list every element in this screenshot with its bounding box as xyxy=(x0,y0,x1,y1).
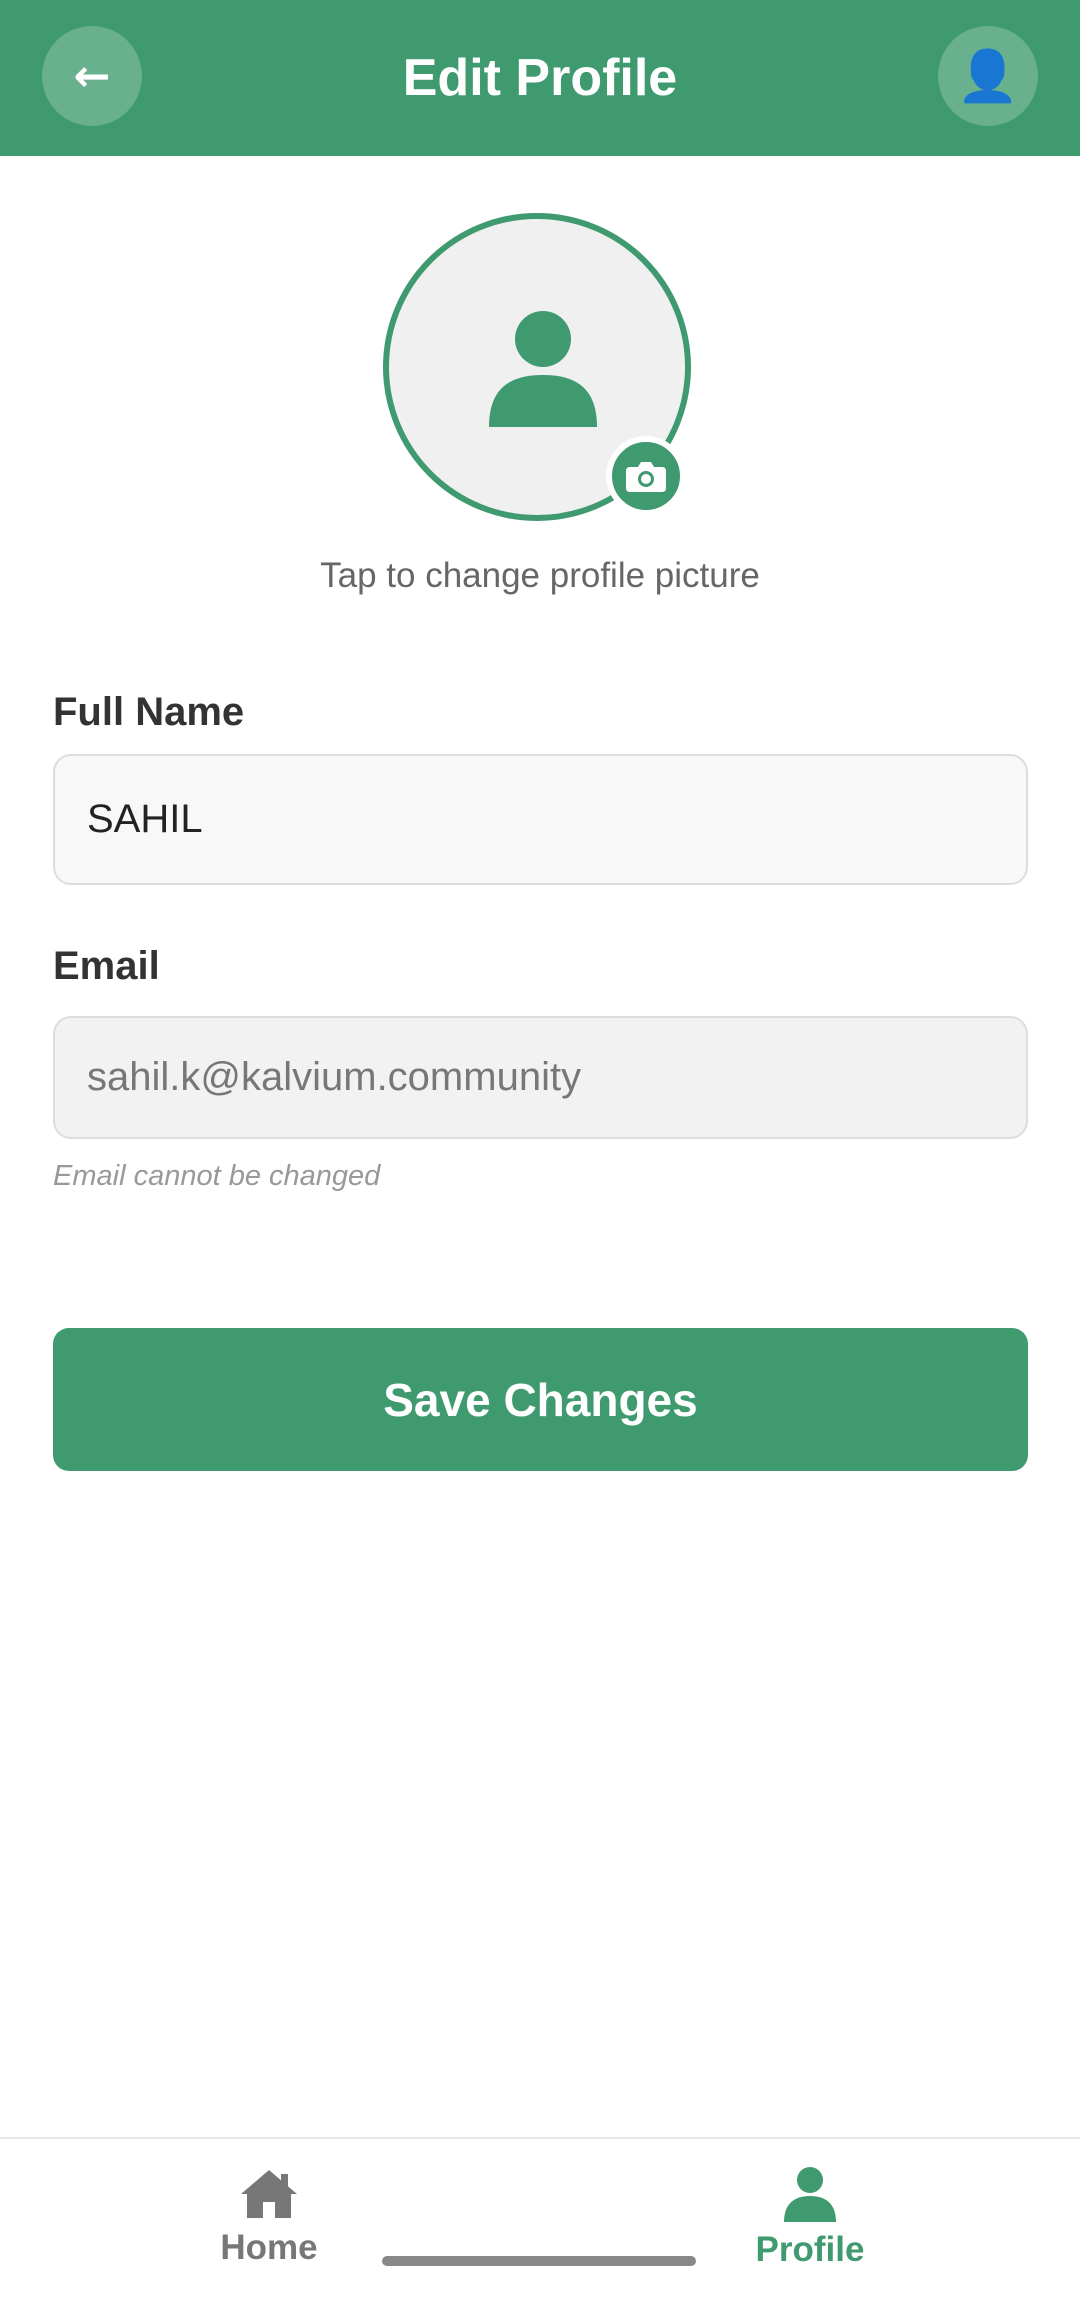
home-icon xyxy=(241,2170,297,2218)
email-value: sahil.k@kalvium.community xyxy=(87,1055,582,1099)
avatar-hint: Tap to change profile picture xyxy=(320,556,760,595)
save-changes-button[interactable]: Save Changes xyxy=(53,1328,1028,1471)
change-photo-button[interactable] xyxy=(606,436,686,516)
account-icon: 👤 xyxy=(956,46,1020,105)
email-label: Email xyxy=(53,944,160,988)
camera-icon xyxy=(626,462,666,492)
nav-item-home[interactable]: Home xyxy=(119,2139,419,2297)
bottom-nav: Home Profile xyxy=(0,2137,1080,2297)
nav-label-profile: Profile xyxy=(755,2230,865,2269)
nav-item-profile[interactable]: Profile xyxy=(660,2139,960,2297)
page-title: Edit Profile xyxy=(402,49,678,107)
full-name-input[interactable]: SAHIL xyxy=(53,754,1028,885)
full-name-label: Full Name xyxy=(53,690,245,734)
full-name-value: SAHIL xyxy=(87,797,203,841)
account-button[interactable]: 👤 xyxy=(938,26,1038,126)
app-header: ← Edit Profile 👤 xyxy=(0,0,1080,156)
home-indicator[interactable] xyxy=(382,2256,696,2266)
person-icon xyxy=(784,2167,836,2222)
person-icon xyxy=(489,311,597,427)
email-note: Email cannot be changed xyxy=(53,1160,381,1192)
nav-label-home: Home xyxy=(220,2228,318,2267)
email-input: sahil.k@kalvium.community xyxy=(53,1016,1028,1139)
